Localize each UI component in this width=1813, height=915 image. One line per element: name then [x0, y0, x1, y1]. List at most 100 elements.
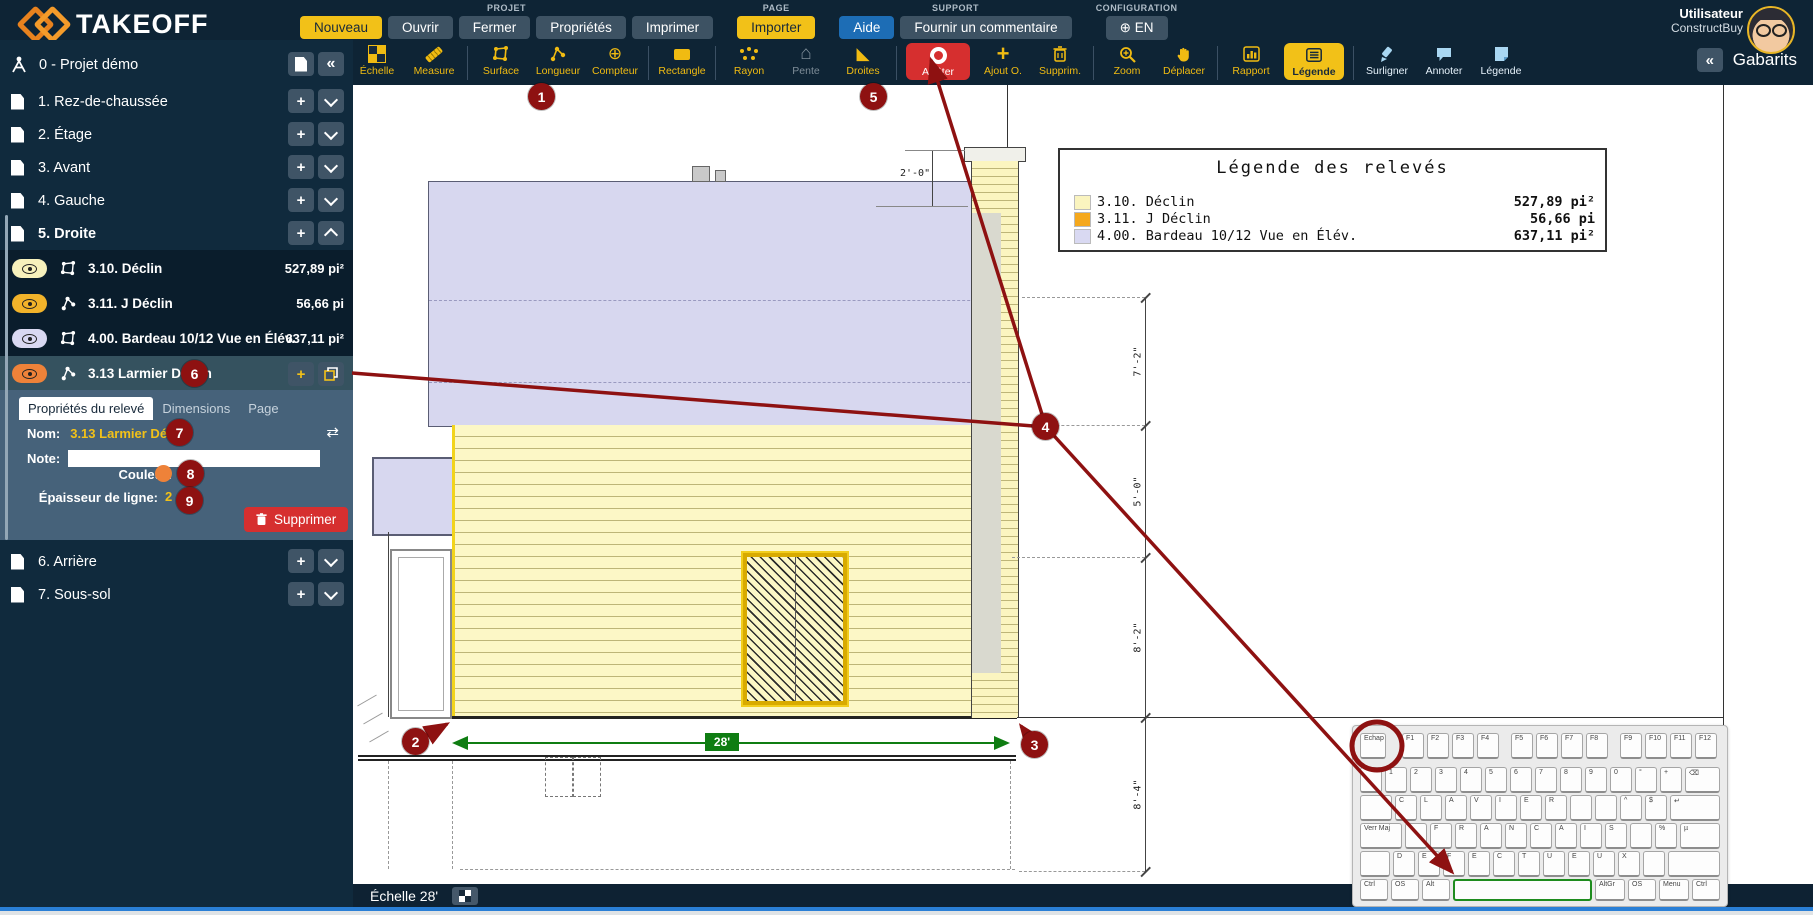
importer-button[interactable]: Importer — [737, 16, 815, 39]
takeoff-item-bardeau[interactable]: 4.00. Bardeau 10/12 Vue en Élév. 637,11 … — [0, 322, 353, 355]
swap-icon[interactable]: ⇄ — [326, 423, 339, 441]
sidebar-project-row[interactable]: 0 - Projet démo « — [0, 48, 353, 81]
tool-measure[interactable]: Measure — [410, 43, 458, 77]
sidebar-page-gauche[interactable]: 4. Gauche + — [0, 184, 353, 217]
imprimer-button[interactable]: Imprimer — [632, 16, 713, 39]
expand-button[interactable] — [318, 582, 344, 606]
collapse-icon: « — [1706, 52, 1714, 69]
tool-rayon[interactable]: Rayon — [725, 43, 773, 77]
sidebar-page-arriere[interactable]: 6. Arrière + — [0, 545, 353, 578]
tool-echelle[interactable]: Échelle — [353, 43, 401, 77]
tool-annoter[interactable]: Annoter — [1420, 43, 1468, 77]
expand-button[interactable] — [318, 549, 344, 573]
color-swatch[interactable] — [155, 465, 172, 482]
tool-legende-active[interactable]: Légende — [1284, 43, 1344, 80]
legend-value: 56,66 pi — [1530, 211, 1595, 227]
keyboard-key: OS — [1391, 879, 1419, 901]
tab-page[interactable]: Page — [239, 397, 287, 420]
scale-tool-button[interactable] — [452, 887, 478, 905]
sidebar-page-soussol[interactable]: 7. Sous-sol + — [0, 578, 353, 611]
tool-legende-note[interactable]: Légende — [1477, 43, 1525, 77]
tab-dimensions[interactable]: Dimensions — [153, 397, 239, 420]
tool-ajout[interactable]: + Ajout O. — [979, 43, 1027, 77]
tool-arreter[interactable]: Arrêter — [906, 43, 970, 80]
annotation-badge-3: 3 — [1021, 731, 1048, 758]
keyboard-key: F4 — [1477, 733, 1499, 759]
visibility-eye-icon[interactable] — [12, 329, 47, 348]
keyboard-key: + — [1660, 767, 1682, 793]
add-measure-button[interactable]: + — [288, 362, 314, 386]
dim-top-label: 2'-0" — [900, 168, 930, 179]
tab-proprietes-du-releve[interactable]: Propriétés du relevé — [19, 397, 153, 420]
wall-siding-takeoff[interactable] — [452, 425, 1010, 716]
expand-button[interactable] — [318, 188, 344, 212]
page-label: 4. Gauche — [38, 193, 105, 209]
takeoff-label: 3.11. J Déclin — [88, 296, 173, 311]
takeoff-item-declin[interactable]: 3.10. Déclin 527,89 pi² — [0, 252, 353, 285]
avatar[interactable] — [1747, 6, 1795, 54]
tool-droites[interactable]: ◣ Droites — [839, 43, 887, 77]
tool-label: Rayon — [734, 65, 764, 77]
add-takeoff-button[interactable]: + — [288, 188, 314, 212]
expand-button[interactable] — [318, 89, 344, 113]
dim-ext — [1012, 557, 1145, 558]
tool-surface[interactable]: Surface — [477, 43, 525, 77]
proprietes-button[interactable]: Propriétés — [536, 16, 626, 39]
add-takeoff-button[interactable]: + — [288, 122, 314, 146]
roof-area-takeoff[interactable] — [428, 181, 1016, 427]
legend-swatch — [1074, 229, 1091, 244]
epaisseur-value[interactable]: 2 — [165, 489, 172, 504]
sidebar-page-rez[interactable]: 1. Rez-de-chaussée + — [0, 85, 353, 118]
dim-top-ext — [905, 150, 965, 151]
visibility-eye-icon[interactable] — [12, 259, 47, 278]
sidebar-page-droite[interactable]: 5. Droite + — [0, 217, 353, 250]
fermer-button[interactable]: Fermer — [459, 16, 531, 39]
nouveau-button[interactable]: Nouveau — [300, 16, 382, 39]
dim-ext — [1019, 871, 1145, 872]
commentaire-button[interactable]: Fournir un commentaire — [900, 16, 1071, 39]
language-button[interactable]: ⊕ EN — [1106, 16, 1168, 40]
add-page-button[interactable] — [288, 52, 314, 76]
comment-bubble-icon — [1436, 45, 1452, 63]
keyboard-key: N — [1505, 823, 1527, 849]
add-takeoff-button[interactable]: + — [288, 549, 314, 573]
expand-button[interactable] — [318, 122, 344, 146]
ouvrir-button[interactable]: Ouvrir — [388, 16, 453, 39]
add-takeoff-button[interactable]: + — [288, 155, 314, 179]
user-block[interactable]: Utilisateur ConstructBuy — [1671, 6, 1743, 35]
takeoff-label: 4.00. Bardeau 10/12 Vue en Élév. — [88, 331, 295, 346]
tool-surligner[interactable]: Surligner — [1363, 43, 1411, 77]
note-row: Note: — [27, 450, 320, 467]
legend-label: 3.10. Déclin — [1097, 194, 1195, 210]
tool-longueur[interactable]: Longueur — [534, 43, 582, 77]
add-takeoff-button[interactable]: + — [288, 221, 314, 245]
aide-button[interactable]: Aide — [839, 16, 894, 39]
tool-deplacer[interactable]: Déplacer — [1160, 43, 1208, 77]
keyboard-row: EchapF1F2F3F4F5F6F7F8F9F10F11F12 — [1360, 733, 1720, 759]
expand-button[interactable] — [318, 155, 344, 179]
collapse-sidebar-button[interactable]: « — [318, 52, 344, 76]
tool-supprimer[interactable]: Supprim. — [1036, 43, 1084, 77]
takeoff-item-jdeclin[interactable]: 3.11. J Déclin 56,66 pi — [0, 287, 353, 320]
tool-rapport[interactable]: Rapport — [1227, 43, 1275, 77]
keyboard-key: I — [1580, 823, 1602, 849]
hatched-window-takeoff[interactable] — [743, 553, 847, 705]
tool-rectangle[interactable]: Rectangle — [658, 43, 706, 77]
takeoff-item-larmier-row[interactable]: 3.13 Larmier Déclin + — [0, 357, 353, 390]
visibility-eye-icon[interactable] — [12, 364, 47, 383]
supprimer-button[interactable]: Supprimer — [244, 507, 348, 532]
sidebar-page-etage[interactable]: 2. Étage + — [0, 118, 353, 151]
layers-button[interactable] — [318, 362, 344, 386]
tool-zoom[interactable]: Zoom — [1103, 43, 1151, 77]
tool-compteur[interactable]: ⊕ Compteur — [591, 43, 639, 77]
keyboard-key: F — [1430, 823, 1452, 849]
sidebar-scrollbar[interactable] — [5, 215, 8, 540]
visibility-eye-icon[interactable] — [12, 294, 47, 313]
add-takeoff-button[interactable]: + — [288, 89, 314, 113]
tool-label: Surface — [483, 65, 519, 77]
hand-icon — [1176, 45, 1192, 63]
add-takeoff-button[interactable]: + — [288, 582, 314, 606]
collapse-templates-button[interactable]: « — [1697, 48, 1723, 72]
collapse-button[interactable] — [318, 221, 344, 245]
sidebar-page-avant[interactable]: 3. Avant + — [0, 151, 353, 184]
